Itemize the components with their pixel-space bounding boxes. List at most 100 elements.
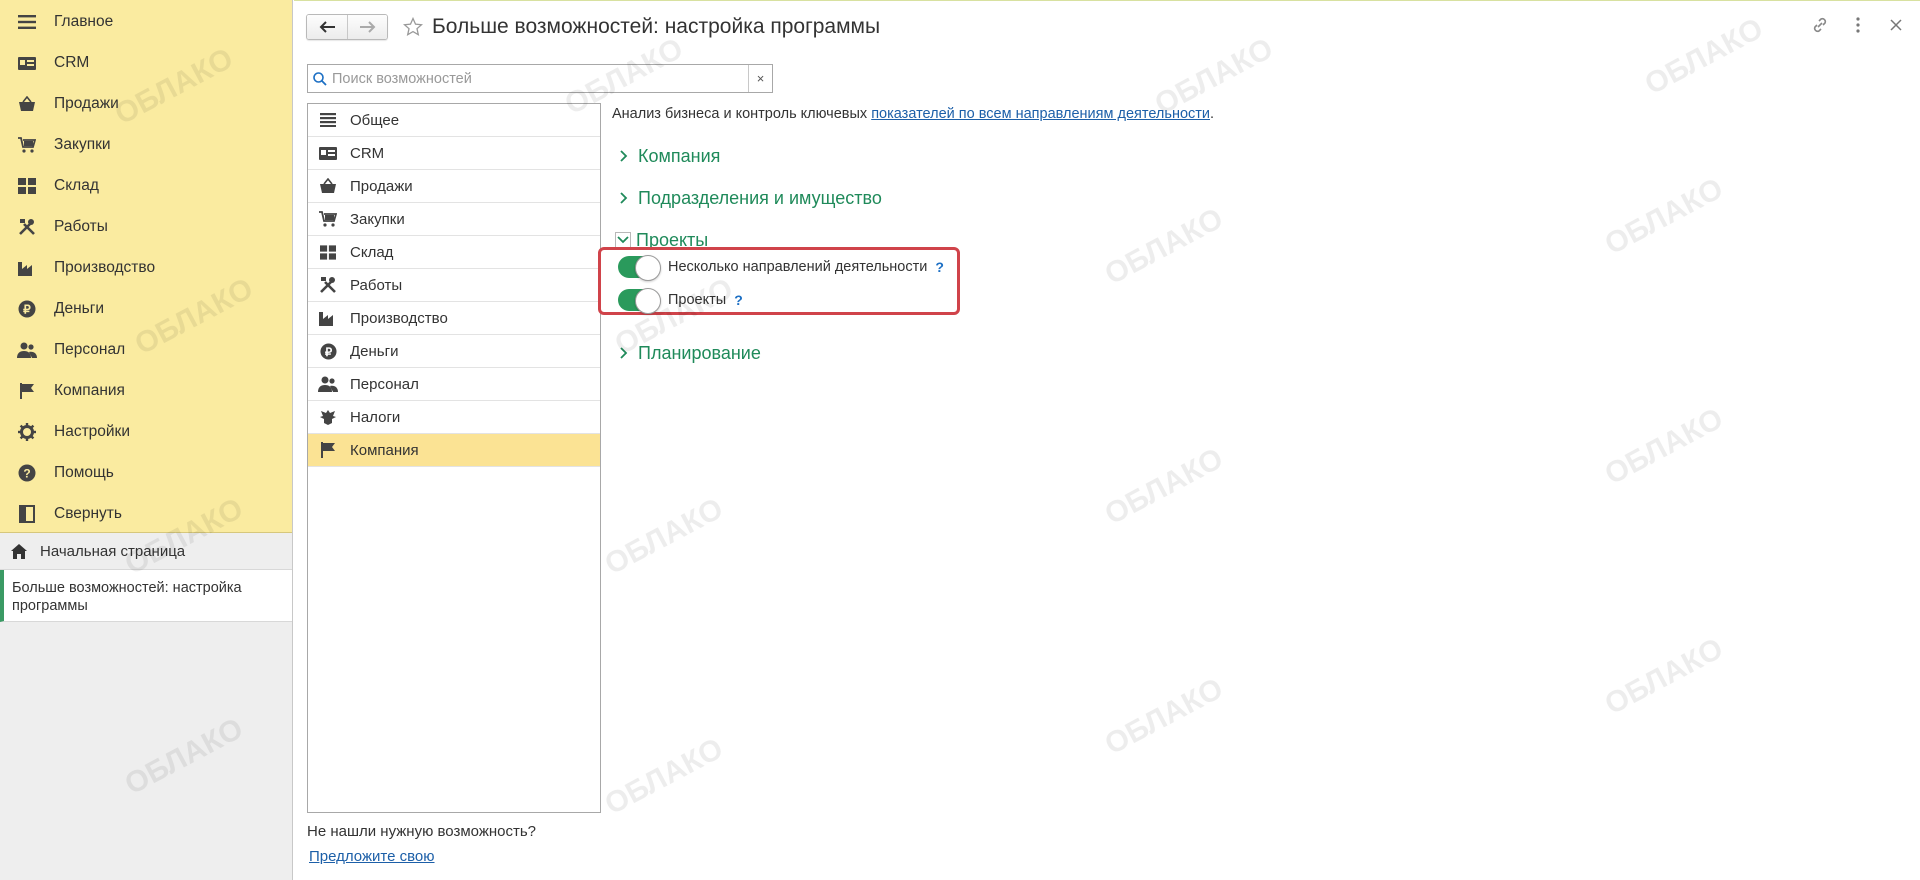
forward-button[interactable] [347,15,387,39]
nav-item-money[interactable]: ₽ Деньги [0,288,292,329]
ruble-icon: ₽ [17,299,37,319]
crm-icon [17,53,37,73]
factory-icon [17,258,37,278]
ruble-icon: ₽ [318,341,338,361]
toggle-row-business-lines: Несколько направлений деятельности ? [618,255,944,281]
link-icon[interactable] [1810,15,1830,35]
nav-item-production[interactable]: Производство [0,247,292,288]
eagle-icon [318,407,338,427]
business-lines-toggle[interactable] [618,255,661,281]
description-suffix: . [1210,106,1215,122]
nav-item-help[interactable]: ? Помощь [0,452,292,493]
chevron-right-icon [615,344,633,362]
people-icon [17,340,37,360]
section-label: Персонал [350,375,419,393]
nav-item-label: Персонал [54,340,126,358]
open-window-label: Больше возможностей: настройка программы [12,580,242,614]
section-item-general[interactable]: Общее [308,104,600,137]
favorite-star-icon[interactable] [402,16,424,38]
projects-toggle[interactable] [618,288,661,314]
section-label: Налоги [350,408,401,426]
section-item-sales[interactable]: Продажи [308,170,600,203]
home-page-label: Начальная страница [40,542,186,560]
nav-item-sales[interactable]: Продажи [0,83,292,124]
section-item-staff[interactable]: Персонал [308,368,600,401]
close-icon[interactable] [1886,15,1906,35]
nav-item-settings[interactable]: Настройки [0,411,292,452]
settings-content: Анализ бизнеса и контроль ключевых показ… [598,103,1900,366]
help-link[interactable]: ? [935,259,944,275]
home-icon [10,542,28,560]
section-item-crm[interactable]: CRM [308,137,600,170]
section-item-money[interactable]: ₽ Деньги [308,335,600,368]
nav-item-purchases[interactable]: Закупки [0,124,292,165]
toggle-label: Несколько направлений деятельности [668,259,928,275]
group-planning[interactable]: Планирование [612,340,1900,366]
section-item-purchases[interactable]: Закупки [308,203,600,236]
nav-item-staff[interactable]: Персонал [0,329,292,370]
warehouse-icon [318,242,338,262]
back-button[interactable] [307,15,347,39]
factory-icon [318,308,338,328]
open-window-tab[interactable]: Больше возможностей: настройка программы [0,570,292,622]
section-item-company[interactable]: Компания [308,434,600,467]
section-item-taxes[interactable]: Налоги [308,401,600,434]
basket-icon [318,176,338,196]
nav-item-works[interactable]: Работы [0,206,292,247]
more-menu-icon[interactable] [1848,15,1868,35]
section-item-production[interactable]: Производство [308,302,600,335]
nav-item-main[interactable]: Главное [0,1,292,42]
clear-search-button[interactable]: × [748,65,772,92]
description-link[interactable]: показателей по всем направлениям деятель… [871,106,1210,122]
help-icon: ? [17,463,37,483]
section-item-warehouse[interactable]: Склад [308,236,600,269]
title-bar: Больше возможностей: настройка программы [306,13,880,41]
main-area: Больше возможностей: настройка программы… [294,0,1920,880]
nav-item-label: Деньги [54,299,105,317]
section-label: Продажи [350,177,413,195]
nav-item-collapse[interactable]: Свернуть [0,493,292,534]
section-label: Общее [350,111,400,129]
nav-item-crm[interactable]: CRM [0,42,292,83]
suggest-link[interactable]: Предложите свою [309,848,435,865]
section-description: Анализ бизнеса и контроль ключевых показ… [612,103,1900,125]
tools-icon [318,275,338,295]
chevron-down-icon [615,232,631,248]
toggle-label: Проекты [668,292,727,308]
nav-item-label: Продажи [54,94,119,112]
nav-item-label: Настройки [54,422,131,440]
chevron-right-icon [615,147,633,165]
search-field: × [307,64,773,93]
crm-icon [318,143,338,163]
section-label: Деньги [350,342,399,360]
search-input[interactable] [332,65,748,92]
warehouse-icon [17,176,37,196]
section-panel: Главное CRM Продажи Закупки Склад Работы… [0,0,292,533]
home-page-link[interactable]: Начальная страница [0,533,292,570]
history-buttons [306,14,388,40]
menu-icon [17,12,37,32]
section-item-works[interactable]: Работы [308,269,600,302]
nav-item-company[interactable]: Компания [0,370,292,411]
svg-text:₽: ₽ [23,302,31,316]
section-label: Работы [350,276,403,294]
svg-text:₽: ₽ [324,346,331,358]
cart-icon [318,209,338,229]
basket-icon [17,94,37,114]
toggle-row-projects: Проекты ? [618,288,743,314]
section-label: CRM [350,144,385,162]
nav-item-label: Закупки [54,135,111,153]
help-link[interactable]: ? [734,292,743,308]
group-company[interactable]: Компания [612,143,1900,169]
gear-icon [17,422,37,442]
chevron-right-icon [615,189,633,207]
nav-item-warehouse[interactable]: Склад [0,165,292,206]
tools-icon [17,217,37,237]
svg-text:?: ? [23,466,30,480]
nav-item-label: Помощь [54,463,114,481]
group-label: Планирование [638,342,761,363]
group-divisions[interactable]: Подразделения и имущество [612,185,1900,211]
section-label: Склад [350,243,394,261]
section-label: Производство [350,309,448,327]
people-icon [318,374,338,394]
